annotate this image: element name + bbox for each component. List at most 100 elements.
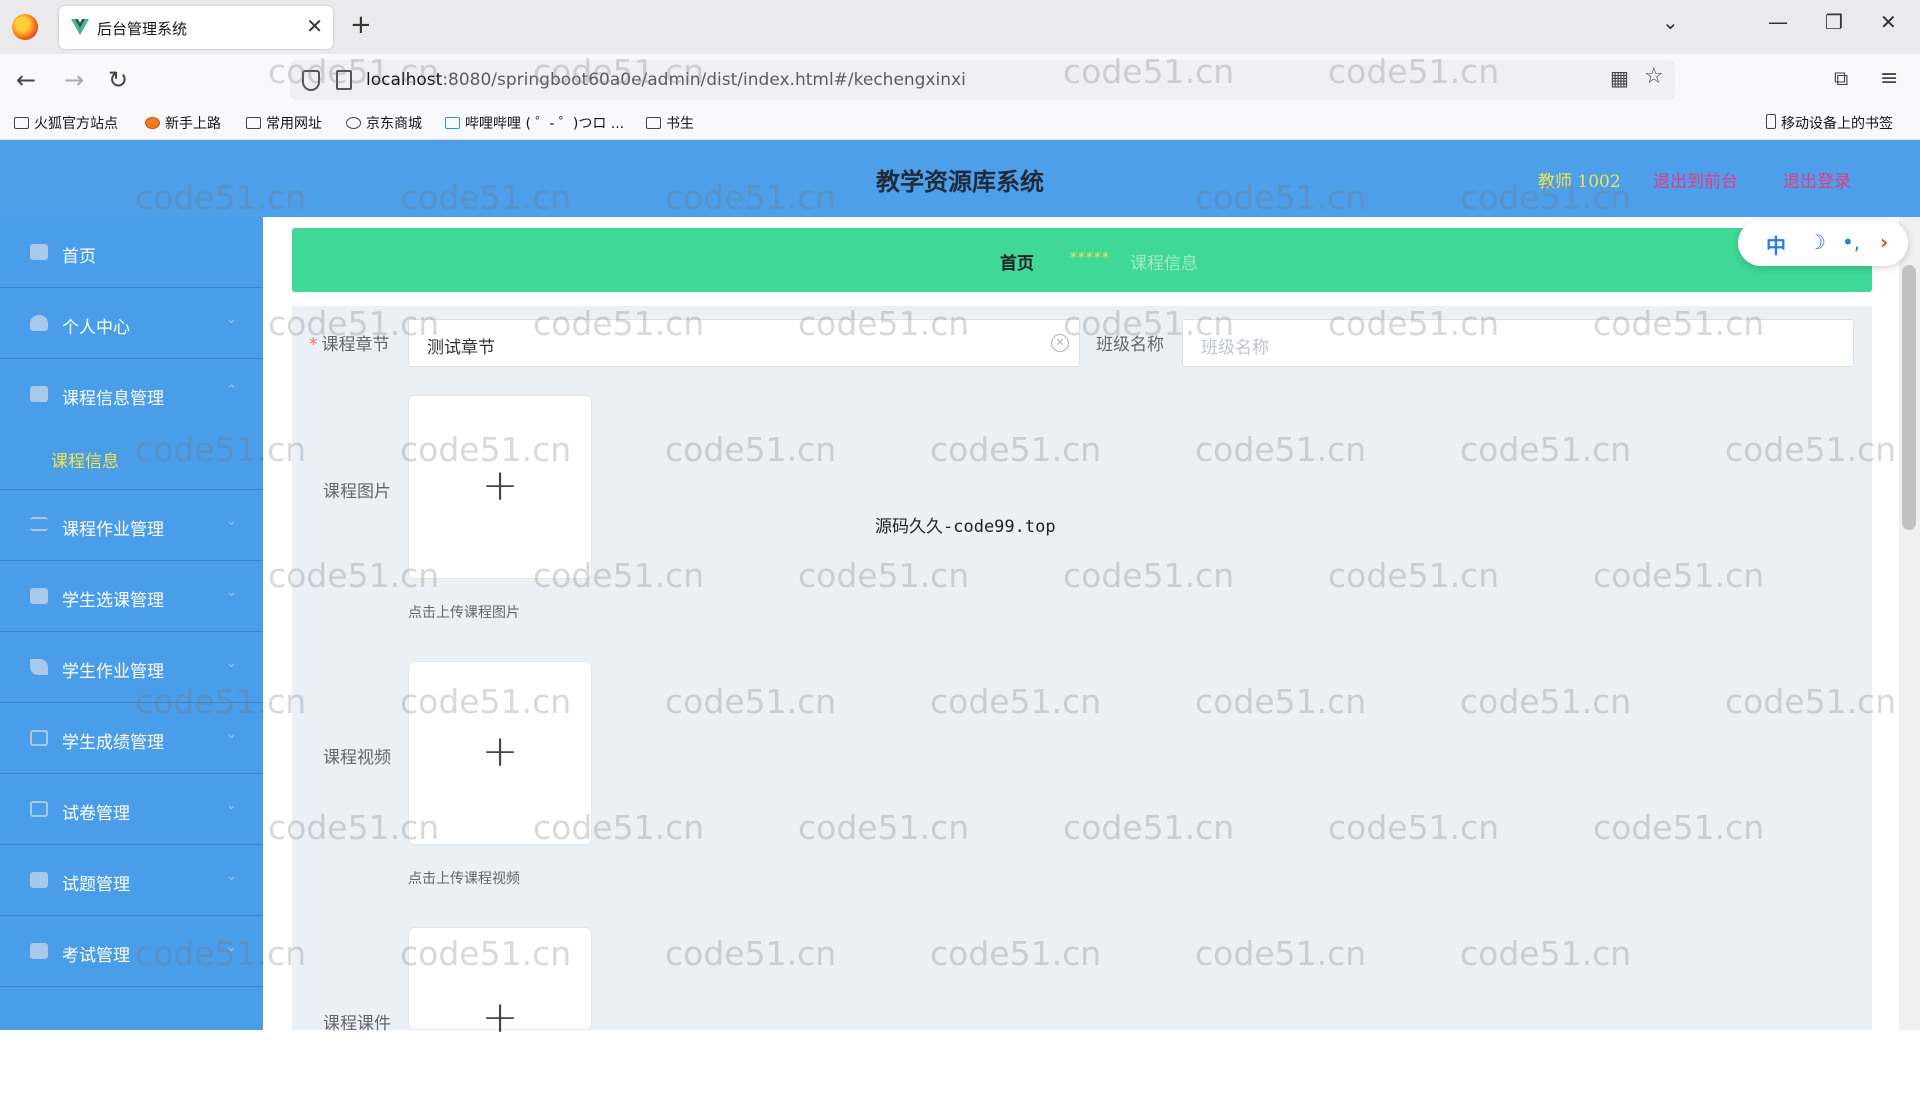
logout-link[interactable]: 退出登录 bbox=[1783, 167, 1851, 192]
plus-icon: + bbox=[481, 992, 519, 1043]
sidebar-item-questions[interactable]: 试题管理 ⌄ bbox=[0, 845, 263, 916]
moon-icon[interactable]: ☽ bbox=[1808, 230, 1826, 254]
chapter-input[interactable]: 测试章节 ✕ bbox=[408, 319, 1080, 367]
sidebar-item-papers[interactable]: 试卷管理 ⌄ bbox=[0, 774, 263, 845]
tab-list-icon[interactable]: ⌄ bbox=[1662, 10, 1679, 34]
qr-code-icon[interactable]: ▦ bbox=[1610, 66, 1629, 90]
mail-icon bbox=[30, 730, 48, 746]
video-uploader[interactable]: + bbox=[408, 661, 592, 845]
app-title: 教学资源库系统 bbox=[876, 167, 1044, 196]
firefox-icon[interactable] bbox=[12, 14, 38, 40]
plus-icon: + bbox=[481, 726, 519, 777]
clipboard-icon bbox=[30, 872, 48, 888]
class-name-input[interactable]: 班级名称 bbox=[1182, 319, 1854, 367]
tab-title: 后台管理系统 bbox=[97, 20, 188, 38]
floating-toolbar: 中 ☽ •, › bbox=[1738, 220, 1908, 266]
bookmark-item[interactable]: 火狐官方站点 bbox=[14, 113, 118, 133]
globe-icon bbox=[346, 117, 361, 129]
minimize-icon[interactable]: — bbox=[1768, 10, 1788, 34]
punctuation-icon[interactable]: •, bbox=[1842, 230, 1860, 254]
shield-icon[interactable] bbox=[302, 70, 320, 91]
video-label: 课程视频 bbox=[323, 748, 391, 768]
chapter-label: * 课程章节 bbox=[309, 335, 390, 355]
image-label: 课程图片 bbox=[323, 482, 391, 502]
close-window-icon[interactable]: ✕ bbox=[1880, 10, 1897, 34]
address-bar[interactable]: localhost:8080/springboot60a0e/admin/dis… bbox=[290, 60, 1675, 100]
reload-icon[interactable]: ↻ bbox=[108, 66, 128, 94]
sidebar-subitem-course-info[interactable]: 课程信息 bbox=[0, 425, 263, 490]
chapter-input-value: 测试章节 bbox=[427, 338, 495, 358]
sidebar-item-label: 课程作业管理 bbox=[62, 520, 164, 540]
sidebar-item-grades[interactable]: 学生成绩管理 ⌄ bbox=[0, 703, 263, 774]
class-name-label: 班级名称 bbox=[1096, 335, 1164, 355]
class-name-placeholder: 班级名称 bbox=[1201, 338, 1269, 358]
image-upload-tip: 点击上传课程图片 bbox=[408, 605, 520, 621]
chevron-down-icon: ⌄ bbox=[226, 727, 237, 742]
sidebar-item-exams[interactable]: 考试管理 ⌄ bbox=[0, 916, 263, 987]
center-watermark: 源码久久-code99.top bbox=[875, 517, 1056, 537]
sidebar-item-label: 学生成绩管理 bbox=[62, 733, 164, 753]
phone-icon bbox=[1766, 114, 1776, 129]
page-icon[interactable] bbox=[336, 70, 352, 90]
restore-icon[interactable]: ❐ bbox=[1825, 10, 1843, 34]
chevron-down-icon: ⌄ bbox=[226, 940, 237, 955]
sidebar: 首页 个人中心 ⌄ 课程信息管理 ⌃ 课程信息 课程作业管理 ⌄ 学生选课管理 … bbox=[0, 217, 263, 1030]
sidebar-item-course-info-mgmt[interactable]: 课程信息管理 ⌃ bbox=[0, 359, 263, 425]
bookmark-star-icon[interactable]: ☆ bbox=[1644, 64, 1664, 89]
sliders-icon bbox=[30, 517, 48, 531]
chinese-input-toggle[interactable]: 中 bbox=[1766, 230, 1786, 259]
menu-icon[interactable]: ≡ bbox=[1880, 66, 1898, 91]
chevron-up-icon: ⌃ bbox=[226, 383, 237, 398]
sidebar-item-label: 个人中心 bbox=[62, 318, 130, 338]
browser-tab-bar: 后台管理系统 ✕ + ⌄ — ❐ ✕ bbox=[0, 0, 1920, 54]
url-text: localhost:8080/springboot60a0e/admin/dis… bbox=[366, 70, 966, 90]
back-to-front-link[interactable]: 退出到前台 bbox=[1653, 167, 1738, 192]
monitor-icon bbox=[30, 588, 48, 604]
sidebar-item-label: 学生作业管理 bbox=[62, 662, 164, 682]
bookmark-item[interactable]: 常用网址 bbox=[246, 113, 322, 133]
chevron-right-icon[interactable]: › bbox=[1880, 230, 1888, 254]
breadcrumb-home[interactable]: 首页 bbox=[1000, 249, 1034, 274]
breadcrumb: 首页 ***** 课程信息 bbox=[292, 228, 1872, 292]
forward-icon[interactable]: → bbox=[64, 66, 84, 94]
bookmark-item[interactable]: 书生 bbox=[646, 113, 694, 133]
browser-tab[interactable]: 后台管理系统 ✕ bbox=[59, 6, 333, 49]
user-icon bbox=[30, 315, 48, 331]
video-upload-tip: 点击上传课程视频 bbox=[408, 871, 520, 887]
sidebar-item-course-selection[interactable]: 学生选课管理 ⌄ bbox=[0, 561, 263, 632]
firefox-icon bbox=[145, 117, 160, 129]
vue-icon bbox=[71, 19, 89, 35]
breadcrumb-current: 课程信息 bbox=[1130, 254, 1198, 274]
sidebar-item-label: 试题管理 bbox=[62, 875, 130, 895]
tab-close-icon[interactable]: ✕ bbox=[306, 14, 323, 38]
sidebar-item-label: 考试管理 bbox=[62, 946, 130, 966]
courseware-uploader[interactable]: + bbox=[408, 927, 592, 1043]
chevron-down-icon: ⌄ bbox=[226, 585, 237, 600]
chevron-down-icon: ⌄ bbox=[226, 869, 237, 884]
mobile-bookmarks[interactable]: 移动设备上的书签 bbox=[1766, 113, 1893, 133]
clear-icon[interactable]: ✕ bbox=[1051, 334, 1069, 352]
plus-icon: + bbox=[481, 460, 519, 511]
browser-nav-bar: ← → ↻ localhost:8080/springboot60a0e/adm… bbox=[0, 54, 1920, 106]
breadcrumb-separator: ***** bbox=[1070, 250, 1110, 266]
sidebar-item-label: 首页 bbox=[62, 247, 96, 267]
current-user: 教师 1002 bbox=[1538, 172, 1621, 192]
scrollbar-thumb[interactable] bbox=[1902, 265, 1916, 530]
new-tab-icon[interactable]: + bbox=[350, 10, 372, 40]
image-uploader[interactable]: + bbox=[408, 395, 592, 579]
sidebar-item-personal-center[interactable]: 个人中心 ⌄ bbox=[0, 288, 263, 359]
bookmark-item[interactable]: 新手上路 bbox=[145, 113, 221, 133]
sidebar-item-student-homework[interactable]: 学生作业管理 ⌄ bbox=[0, 632, 263, 703]
back-icon[interactable]: ← bbox=[16, 66, 36, 94]
bookmark-item[interactable]: 京东商城 bbox=[346, 113, 422, 133]
courseware-label: 课程课件 bbox=[323, 1014, 391, 1034]
bookmark-item[interactable]: 哔哩哔哩 ( ゜- ゜)つロ ... bbox=[445, 113, 624, 133]
course-form: * 课程章节 测试章节 ✕ 班级名称 班级名称 课程图片 + 点击上传课程图片 课… bbox=[292, 306, 1872, 1043]
send-icon bbox=[30, 659, 48, 675]
bookmarks-bar: 火狐官方站点 新手上路 常用网址 京东商城 哔哩哔哩 ( ゜- ゜)つロ ...… bbox=[0, 106, 1920, 140]
briefcase-icon bbox=[30, 386, 48, 402]
sidebar-item-homework-mgmt[interactable]: 课程作业管理 ⌄ bbox=[0, 490, 263, 561]
folder-icon bbox=[646, 117, 661, 129]
sidebar-item-home[interactable]: 首页 bbox=[0, 217, 263, 288]
extensions-icon[interactable]: ⧉ bbox=[1834, 66, 1848, 90]
